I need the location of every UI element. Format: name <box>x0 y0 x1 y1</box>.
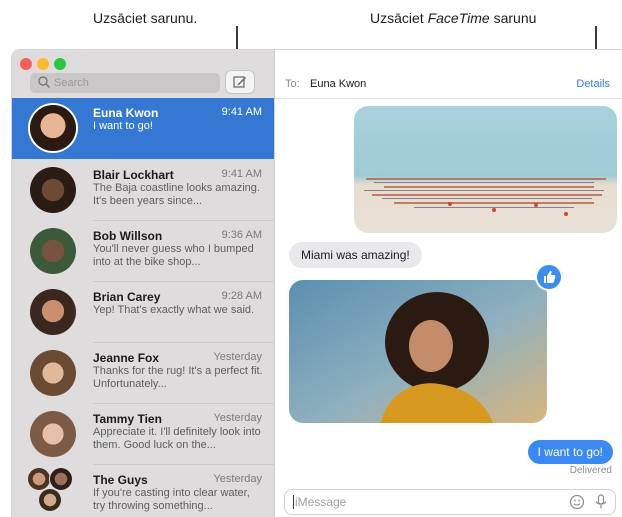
conversation-preview: You'll never guess who I bumped into at … <box>93 243 254 268</box>
conversation-name: The Guys <box>93 473 148 487</box>
tapback-reaction[interactable] <box>537 265 561 289</box>
callout-facetime-suffix: sarunu <box>489 10 537 26</box>
conversation-time: Yesterday <box>213 412 262 424</box>
portrait-photo <box>289 280 547 423</box>
conversation-brian-carey[interactable]: Brian Carey 9:28 AM Yep! That's exactly … <box>12 282 274 343</box>
compose-button[interactable] <box>226 71 254 93</box>
conversation-preview: The Baja coastline looks amazing. It's b… <box>93 182 260 207</box>
messages-window: Search Euna Kwon 9:41 AM I want to go! B… <box>12 50 622 517</box>
compose-icon <box>233 76 246 88</box>
conversation-time: 9:36 AM <box>221 229 262 241</box>
group-avatar <box>50 468 72 490</box>
to-label: To: <box>285 78 300 90</box>
conversation-the-guys[interactable]: The Guys Yesterday If you're casting int… <box>12 465 274 517</box>
conversation-bob-willson[interactable]: Bob Willson 9:36 AM You'll never guess w… <box>12 221 274 282</box>
beach-photo-message[interactable] <box>354 106 617 233</box>
minimize-window-button[interactable] <box>37 58 49 70</box>
conversation-preview: I want to go! <box>93 120 153 132</box>
emoji-icon[interactable] <box>569 494 585 510</box>
conversation-name: Bob Willson <box>93 229 163 243</box>
avatar <box>30 411 76 457</box>
message-input[interactable]: iMessage <box>285 490 615 514</box>
conversation-preview: Thanks for the rug! It's a perfect fit. … <box>93 365 263 390</box>
group-avatar <box>39 489 61 511</box>
conversation-name: Jeanne Fox <box>93 351 160 365</box>
beach-photo <box>354 106 617 233</box>
avatar <box>30 167 76 213</box>
message-input-placeholder: iMessage <box>295 495 347 509</box>
close-window-button[interactable] <box>20 58 32 70</box>
conversation-preview: Appreciate it. I'll definitely look into… <box>93 426 261 451</box>
conversation-name: Tammy Tien <box>93 412 162 426</box>
avatar <box>30 228 76 274</box>
received-message-bubble[interactable]: Miami was amazing! <box>289 242 422 268</box>
callout-facetime-italic: FaceTime <box>427 10 490 26</box>
conversation-name: Brian Carey <box>93 290 161 304</box>
conversation-time: 9:41 AM <box>221 106 262 118</box>
conversation-time: Yesterday <box>213 473 262 485</box>
recipient-name: Euna Kwon <box>310 78 367 90</box>
conversation-tammy-tien[interactable]: Tammy Tien Yesterday Appreciate it. I'll… <box>12 404 274 465</box>
conversation-blair-lockhart[interactable]: Blair Lockhart 9:41 AM The Baja coastlin… <box>12 160 274 221</box>
portrait-photo-message[interactable] <box>289 280 547 423</box>
callout-facetime-prefix: Uzsāciet <box>370 10 428 26</box>
conversation-preview: Yep! That's exactly what we said. <box>93 304 255 316</box>
conversation-time: Yesterday <box>213 351 262 363</box>
conversation-name: Blair Lockhart <box>93 168 174 182</box>
sidebar: Search Euna Kwon 9:41 AM I want to go! B… <box>12 50 275 517</box>
zoom-window-button[interactable] <box>54 58 66 70</box>
group-avatar <box>28 468 50 490</box>
thumbs-up-icon <box>544 270 556 283</box>
callout-new-conversation: Uzsāciet sarunu. <box>93 10 198 26</box>
sent-message-bubble[interactable]: I want to go! <box>527 440 613 464</box>
avatar <box>30 350 76 396</box>
microphone-icon[interactable] <box>595 494 607 510</box>
conversation-preview: If you're casting into clear water, try … <box>93 487 250 512</box>
delivery-status: Delivered <box>569 465 612 476</box>
search-placeholder: Search <box>54 77 89 89</box>
search-field[interactable]: Search <box>30 73 220 93</box>
callout-facetime: Uzsāciet FaceTime sarunu <box>370 10 536 26</box>
avatar <box>30 105 76 151</box>
text-caret <box>293 495 294 509</box>
conversation-name: Euna Kwon <box>93 106 159 120</box>
details-button[interactable]: Details <box>576 78 610 90</box>
conversation-time: 9:28 AM <box>221 290 262 302</box>
conversation-jeanne-fox[interactable]: Jeanne Fox Yesterday Thanks for the rug!… <box>12 343 274 404</box>
search-icon <box>38 76 51 89</box>
conversation-time: 9:41 AM <box>221 168 262 180</box>
avatar <box>30 289 76 335</box>
conversation-euna-kwon[interactable]: Euna Kwon 9:41 AM I want to go! <box>12 98 274 159</box>
conversation-pane: To: Euna Kwon Details Miami was amazing!… <box>275 50 622 517</box>
conversation-header: To: Euna Kwon Details <box>275 50 622 99</box>
